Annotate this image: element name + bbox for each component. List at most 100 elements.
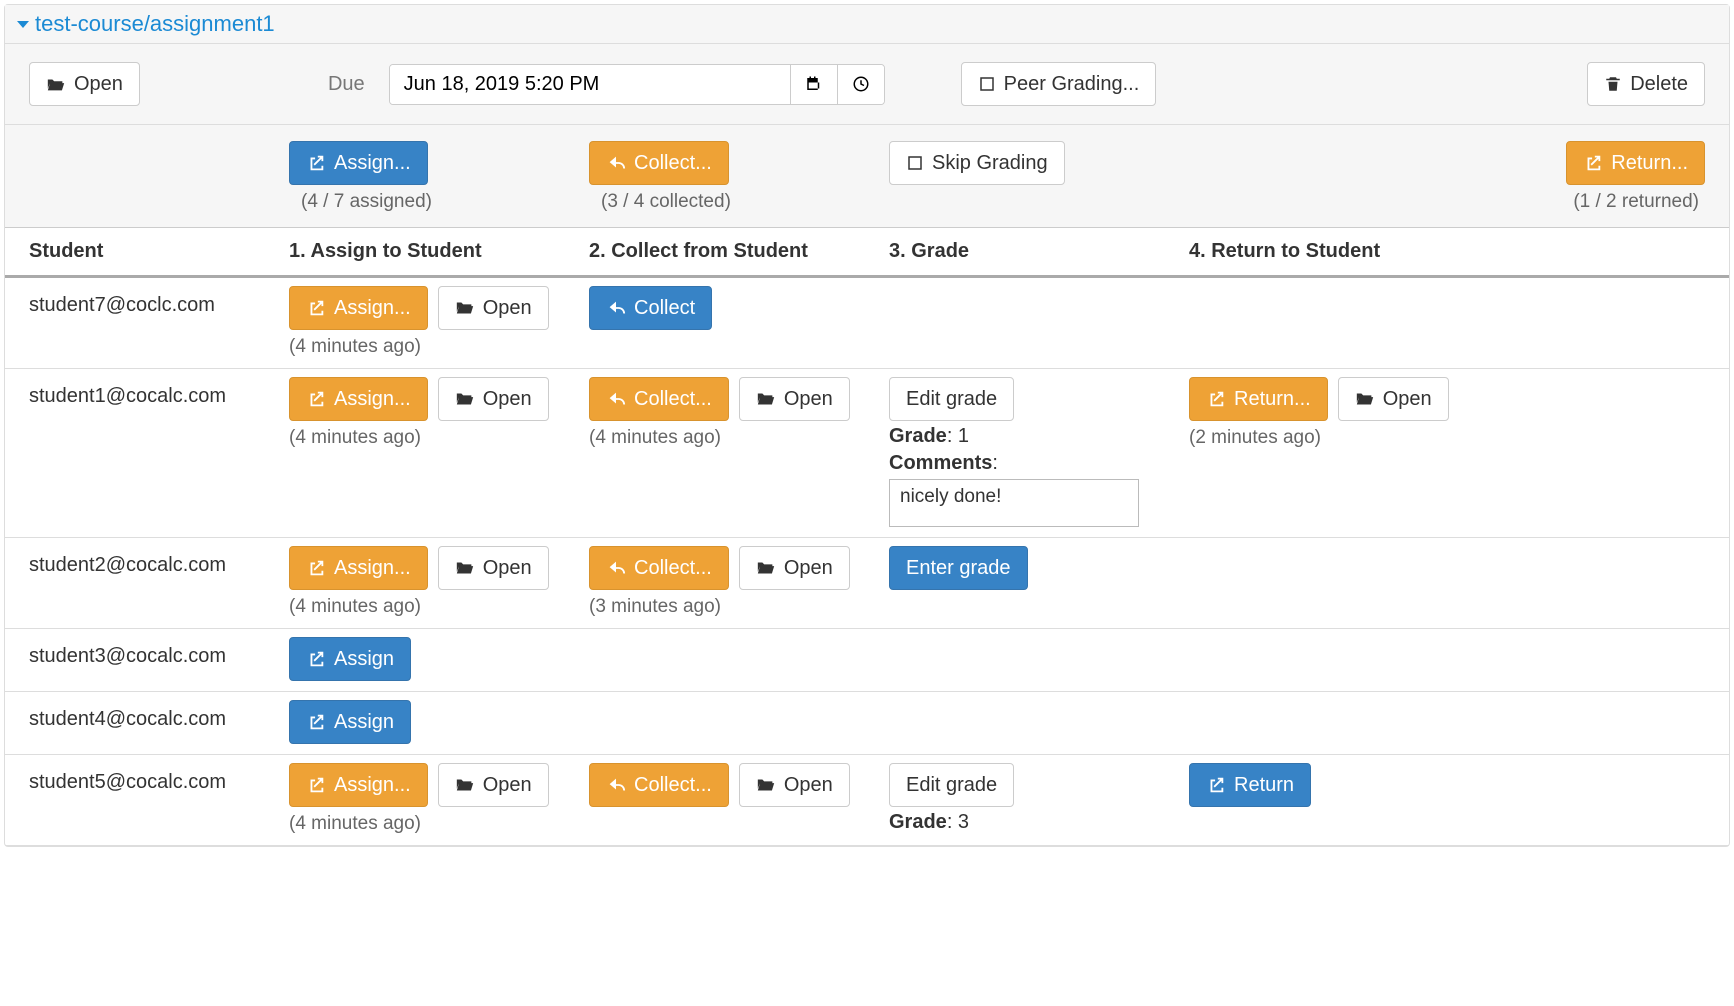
edit-grade-button[interactable]: Edit grade bbox=[889, 377, 1014, 421]
open-collected-button[interactable]: Open bbox=[739, 546, 850, 590]
bulk-collect-label: Collect... bbox=[634, 150, 712, 176]
collect-time: (4 minutes ago) bbox=[589, 427, 721, 449]
share-out-icon bbox=[306, 775, 326, 795]
peer-grading-button[interactable]: Peer Grading... bbox=[961, 62, 1157, 106]
bulk-return-button[interactable]: Return... bbox=[1566, 141, 1705, 185]
bulk-collect-button[interactable]: Collect... bbox=[589, 141, 729, 185]
student-email: student1@cocalc.com bbox=[29, 377, 289, 408]
col-collect: 2. Collect from Student bbox=[589, 240, 889, 263]
collect-again-button[interactable]: Collect... bbox=[589, 546, 729, 590]
assign-again-button[interactable]: Assign... bbox=[289, 763, 428, 807]
bulk-assign-button[interactable]: Assign... bbox=[289, 141, 428, 185]
assign-again-button[interactable]: Assign... bbox=[289, 286, 428, 330]
folder-open-icon bbox=[455, 298, 475, 318]
student-email: student7@coclc.com bbox=[29, 286, 289, 317]
student-email: student5@cocalc.com bbox=[29, 763, 289, 794]
due-date-input[interactable] bbox=[390, 65, 790, 104]
return-arrow-icon bbox=[606, 775, 626, 795]
return-arrow-icon bbox=[606, 389, 626, 409]
assign-button[interactable]: Assign bbox=[289, 700, 411, 744]
share-out-icon bbox=[306, 389, 326, 409]
open-collected-button[interactable]: Open bbox=[739, 763, 850, 807]
clock-icon bbox=[852, 75, 870, 93]
trash-icon bbox=[1604, 75, 1622, 93]
bulk-return-status: (1 / 2 returned) bbox=[1561, 191, 1705, 213]
bulk-assign-label: Assign... bbox=[334, 150, 411, 176]
collect-button[interactable]: Collect bbox=[589, 286, 712, 330]
square-icon bbox=[906, 154, 924, 172]
col-grade: 3. Grade bbox=[889, 240, 1189, 263]
panel-header[interactable]: test-course/assignment1 bbox=[5, 5, 1729, 44]
edit-grade-button[interactable]: Edit grade bbox=[889, 763, 1014, 807]
grade-value-line: Grade: 1 bbox=[889, 425, 969, 448]
skip-grading-button[interactable]: Skip Grading bbox=[889, 141, 1065, 185]
folder-open-icon bbox=[756, 775, 776, 795]
enter-grade-button[interactable]: Enter grade bbox=[889, 546, 1028, 590]
collect-again-button[interactable]: Collect... bbox=[589, 377, 729, 421]
assign-time: (4 minutes ago) bbox=[289, 427, 421, 449]
bulk-collect-status: (3 / 4 collected) bbox=[589, 191, 731, 213]
table-row: student3@cocalc.comAssign bbox=[5, 629, 1729, 692]
student-email: student4@cocalc.com bbox=[29, 700, 289, 731]
square-icon bbox=[978, 75, 996, 93]
return-again-button[interactable]: Return... bbox=[1189, 377, 1328, 421]
open-returned-button[interactable]: Open bbox=[1338, 377, 1449, 421]
open-assigned-button[interactable]: Open bbox=[438, 377, 549, 421]
due-date-clock-button[interactable] bbox=[837, 65, 884, 104]
bulk-assign-status: (4 / 7 assigned) bbox=[289, 191, 432, 213]
grade-value-line: Grade: 3 bbox=[889, 811, 969, 834]
collect-again-button[interactable]: Collect... bbox=[589, 763, 729, 807]
col-student: Student bbox=[29, 240, 289, 263]
share-out-icon bbox=[1206, 389, 1226, 409]
folder-open-icon bbox=[46, 74, 66, 94]
open-assigned-button[interactable]: Open bbox=[438, 286, 549, 330]
student-email: student3@cocalc.com bbox=[29, 637, 289, 668]
folder-open-icon bbox=[455, 558, 475, 578]
share-out-icon bbox=[1583, 153, 1603, 173]
return-button[interactable]: Return bbox=[1189, 763, 1311, 807]
open-collected-button[interactable]: Open bbox=[739, 377, 850, 421]
bulk-actions-row: Assign... (4 / 7 assigned) Collect... (3… bbox=[5, 125, 1729, 228]
table-row: student1@cocalc.comAssign...Open(4 minut… bbox=[5, 369, 1729, 538]
return-arrow-icon bbox=[606, 298, 626, 318]
bulk-return-label: Return... bbox=[1611, 150, 1688, 176]
table-row: student2@cocalc.comAssign...Open(4 minut… bbox=[5, 538, 1729, 629]
share-out-icon bbox=[306, 558, 326, 578]
skip-grading-label: Skip Grading bbox=[932, 150, 1048, 176]
share-out-icon bbox=[1206, 775, 1226, 795]
assign-again-button[interactable]: Assign... bbox=[289, 377, 428, 421]
open-label: Open bbox=[74, 71, 123, 97]
share-out-icon bbox=[306, 712, 326, 732]
delete-button[interactable]: Delete bbox=[1587, 62, 1705, 106]
folder-open-icon bbox=[455, 389, 475, 409]
share-out-icon bbox=[306, 153, 326, 173]
open-assigned-button[interactable]: Open bbox=[438, 546, 549, 590]
assign-again-button[interactable]: Assign... bbox=[289, 546, 428, 590]
return-arrow-icon bbox=[606, 153, 626, 173]
assignment-title-link[interactable]: test-course/assignment1 bbox=[35, 11, 275, 37]
assign-time: (4 minutes ago) bbox=[289, 336, 421, 358]
chevron-down-icon bbox=[17, 21, 29, 28]
share-out-icon bbox=[306, 298, 326, 318]
due-label: Due bbox=[328, 73, 365, 96]
comments-box[interactable]: nicely done! bbox=[889, 479, 1139, 527]
col-return: 4. Return to Student bbox=[1189, 240, 1705, 263]
peer-grading-label: Peer Grading... bbox=[1004, 71, 1140, 97]
due-date-group bbox=[389, 64, 885, 105]
student-rows: student7@coclc.comAssign...Open(4 minute… bbox=[5, 278, 1729, 846]
comments-label: Comments: bbox=[889, 452, 998, 475]
assign-time: (4 minutes ago) bbox=[289, 813, 421, 835]
open-assignment-button[interactable]: Open bbox=[29, 62, 140, 106]
collect-time: (3 minutes ago) bbox=[589, 596, 721, 618]
due-date-calendar-button[interactable] bbox=[790, 65, 837, 104]
folder-open-icon bbox=[455, 775, 475, 795]
assign-time: (4 minutes ago) bbox=[289, 596, 421, 618]
toolbar: Open Due Peer Grading... Delete bbox=[5, 44, 1729, 125]
table-row: student5@cocalc.comAssign...Open(4 minut… bbox=[5, 755, 1729, 846]
share-out-icon bbox=[306, 649, 326, 669]
folder-open-icon bbox=[1355, 389, 1375, 409]
assign-button[interactable]: Assign bbox=[289, 637, 411, 681]
folder-open-icon bbox=[756, 558, 776, 578]
open-assigned-button[interactable]: Open bbox=[438, 763, 549, 807]
column-headers: Student 1. Assign to Student 2. Collect … bbox=[5, 228, 1729, 278]
